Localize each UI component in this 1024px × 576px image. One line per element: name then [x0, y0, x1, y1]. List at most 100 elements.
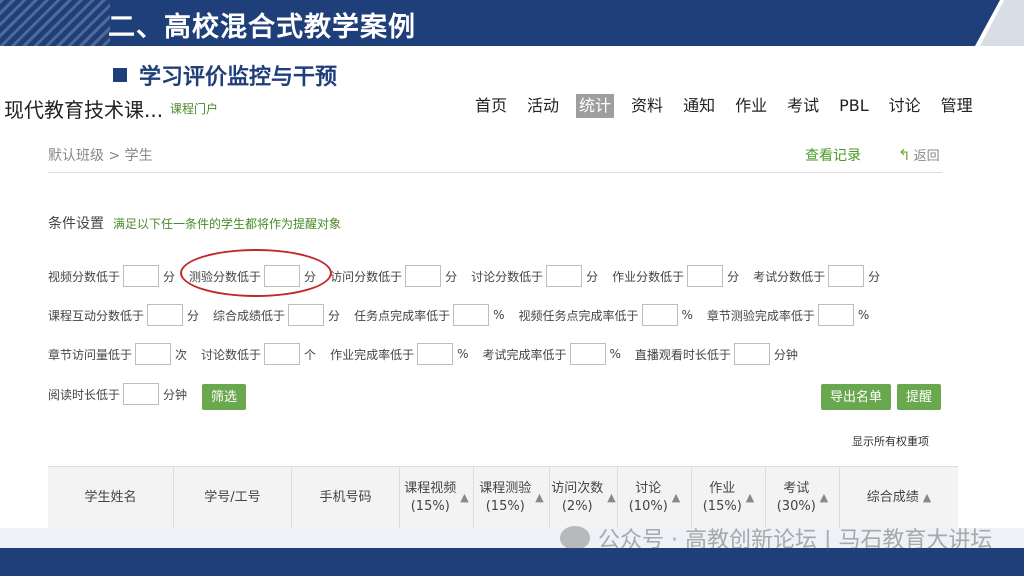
discussion-count-input[interactable]: [264, 343, 301, 365]
filter-video-score: 视频分数低于 分: [48, 265, 181, 287]
video-task-completion-input[interactable]: [641, 304, 678, 326]
header-label: 讨论: [635, 481, 662, 496]
filter-unit: 分钟: [773, 347, 798, 362]
header-exam[interactable]: 考试 (30%) ▲: [766, 467, 840, 529]
filter-row-3: 章节访问量低于 次 讨论数低于 个 作业完成率低于 % 考试完成率低于 % 直播…: [48, 343, 812, 365]
filter-task-completion: 任务点完成率低于 %: [354, 304, 510, 326]
nav-exams[interactable]: 考试: [784, 94, 822, 118]
header-student-id: 学号/工号: [174, 467, 292, 529]
header-homework[interactable]: 作业 (15%) ▲: [692, 467, 766, 529]
reading-time-input[interactable]: [123, 383, 160, 405]
wechat-icon: [560, 526, 590, 550]
filter-label: 考试完成率低于: [482, 347, 567, 362]
back-link[interactable]: ↰ 返回: [898, 145, 940, 165]
header-label: 学生姓名: [84, 490, 137, 505]
discussion-score-input[interactable]: [546, 265, 583, 287]
sort-arrow-icon[interactable]: ▲: [607, 489, 615, 507]
filter-unit: 分: [187, 308, 200, 323]
exam-score-input[interactable]: [828, 265, 865, 287]
nav-statistics[interactable]: 统计: [576, 94, 615, 118]
nav-homework[interactable]: 作业: [732, 94, 770, 118]
header-discussion[interactable]: 讨论 (10%) ▲: [618, 467, 692, 529]
filter-homework-completion: 作业完成率低于 %: [330, 343, 474, 365]
show-all-weights-link[interactable]: 显示所有权重项: [852, 433, 929, 449]
header-overall-score[interactable]: 综合成绩 ▲: [840, 467, 958, 529]
filter-label: 阅读时长低于: [48, 387, 121, 402]
header-label: 学号/工号: [204, 490, 261, 505]
filter-label: 作业分数低于: [612, 269, 685, 284]
chapter-visits-input[interactable]: [135, 343, 172, 365]
filter-unit: 分: [328, 308, 341, 323]
nav-discussion[interactable]: 讨论: [886, 94, 924, 118]
header-label: 综合成绩: [866, 490, 919, 505]
remind-button[interactable]: 提醒: [897, 384, 942, 410]
header-label: 手机号码: [319, 490, 372, 505]
header-course-quiz[interactable]: 课程测验 (15%) ▲: [474, 467, 550, 529]
filter-unit: 次: [175, 347, 188, 362]
filter-unit: 分: [445, 269, 458, 284]
visit-score-input[interactable]: [405, 265, 442, 287]
homework-completion-input[interactable]: [417, 343, 454, 365]
sort-arrow-icon[interactable]: ▲: [746, 489, 754, 507]
filter-label: 视频任务点完成率低于: [518, 308, 639, 323]
interaction-score-input[interactable]: [147, 304, 184, 326]
slide-banner: 二、高校混合式教学案例: [0, 0, 1024, 46]
filter-label: 视频分数低于: [48, 269, 121, 284]
breadcrumb[interactable]: 默认班级 > 学生: [48, 145, 153, 165]
header-label: 课程视频: [404, 481, 457, 496]
sort-arrow-icon[interactable]: ▲: [460, 489, 468, 507]
filter-discussion-score: 讨论分数低于 分: [471, 265, 604, 287]
conditions-title: 条件设置: [48, 216, 104, 232]
filter-unit: %: [457, 347, 469, 361]
header-weight: (15%): [410, 499, 450, 514]
sort-arrow-icon[interactable]: ▲: [923, 489, 931, 507]
task-completion-input[interactable]: [453, 304, 490, 326]
video-score-input[interactable]: [123, 265, 160, 287]
filter-unit: 分: [868, 269, 881, 284]
course-title[interactable]: 现代教育技术课...: [4, 94, 163, 123]
export-list-button[interactable]: 导出名单: [821, 384, 892, 410]
filter-label: 讨论数低于: [201, 347, 262, 362]
filter-chapter-quiz-completion: 章节测验完成率低于 %: [707, 304, 875, 326]
exam-completion-input[interactable]: [569, 343, 606, 365]
filter-chapter-visits: 章节访问量低于 次: [48, 343, 193, 365]
course-top-nav: 首页 活动 统计 资料 通知 作业 考试 PBL 讨论 管理: [472, 94, 990, 118]
header-label: 访问次数: [551, 481, 604, 496]
slide-title: 二、高校混合式教学案例: [108, 12, 416, 43]
nav-manage[interactable]: 管理: [938, 94, 976, 118]
filter-button[interactable]: 筛选: [202, 384, 247, 410]
filter-unit: %: [857, 308, 870, 322]
filter-unit: %: [681, 308, 693, 322]
header-course-video[interactable]: 课程视频 (15%) ▲: [400, 467, 474, 529]
nav-notices[interactable]: 通知: [680, 94, 718, 118]
header-visits[interactable]: 访问次数 (2%) ▲: [550, 467, 618, 529]
overall-score-input[interactable]: [288, 304, 325, 326]
student-table-header: 学生姓名 学号/工号 手机号码 课程视频 (15%) ▲ 课程测验 (15%) …: [48, 466, 958, 529]
live-watch-time-input[interactable]: [733, 343, 770, 365]
header-phone: 手机号码: [292, 467, 400, 529]
sort-arrow-icon[interactable]: ▲: [672, 489, 680, 507]
banner-stripes: [0, 0, 110, 46]
nav-pbl[interactable]: PBL: [836, 94, 872, 118]
nav-activities[interactable]: 活动: [524, 94, 562, 118]
filter-label: 章节测验完成率低于: [706, 308, 815, 323]
square-bullet-icon: [113, 68, 127, 82]
filter-exam-score: 考试分数低于 分: [753, 265, 886, 287]
filter-video-task-completion: 视频任务点完成率低于 %: [518, 304, 698, 326]
filter-label: 章节访问量低于: [48, 347, 133, 362]
header-student-name: 学生姓名: [48, 467, 174, 529]
nav-resources[interactable]: 资料: [628, 94, 666, 118]
watermark: 公众号 · 高教创新论坛 | 马石教育大讲坛: [560, 522, 992, 554]
filter-label: 任务点完成率低于: [354, 308, 451, 323]
nav-home[interactable]: 首页: [472, 94, 510, 118]
back-label: 返回: [913, 149, 940, 164]
view-records-link[interactable]: 查看记录: [805, 145, 861, 165]
chapter-quiz-completion-input[interactable]: [817, 304, 854, 326]
header-label: 考试: [783, 481, 810, 496]
homework-score-input[interactable]: [687, 265, 724, 287]
sort-arrow-icon[interactable]: ▲: [820, 489, 828, 507]
filter-label: 讨论分数低于: [471, 269, 544, 284]
sort-arrow-icon[interactable]: ▲: [535, 489, 543, 507]
course-portal-link[interactable]: 课程门户: [170, 100, 218, 117]
header-label: 课程测验: [479, 481, 532, 496]
